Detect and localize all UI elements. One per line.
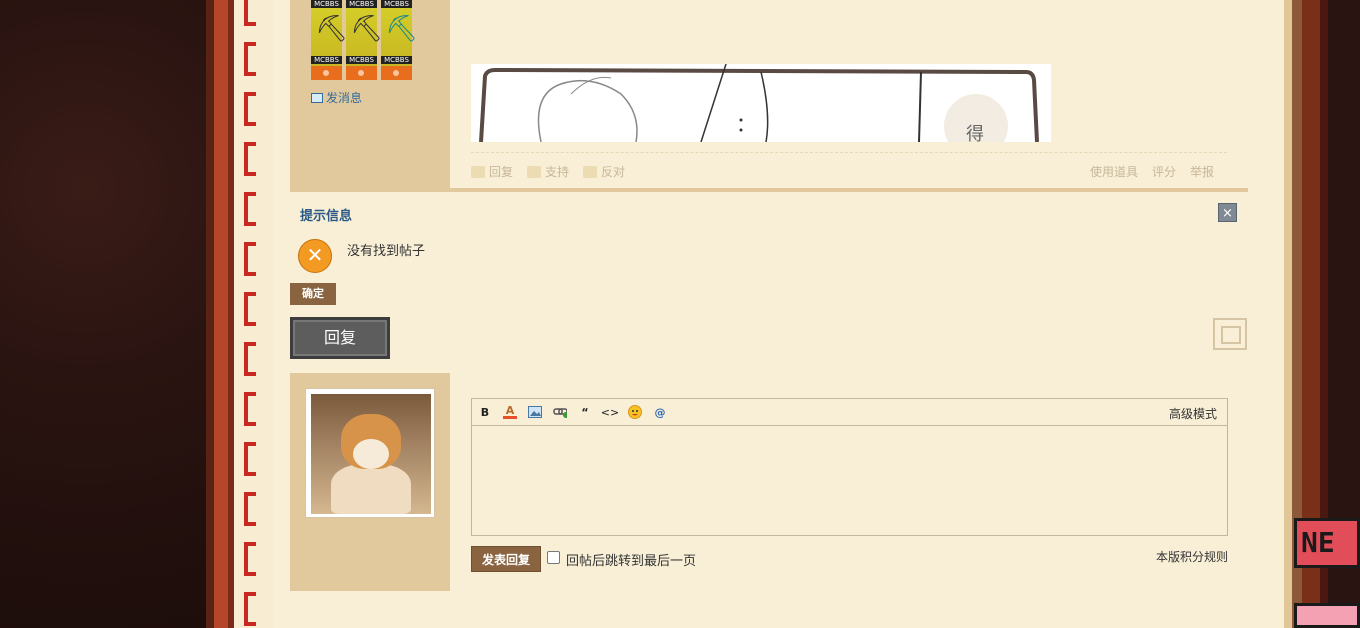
medal-base	[311, 66, 342, 80]
medal-label: MCBBS	[346, 0, 377, 8]
support-action[interactable]: 支持	[527, 163, 569, 180]
dog-face	[353, 439, 389, 469]
avatar[interactable]	[305, 388, 435, 518]
mail-icon	[311, 92, 323, 103]
stitch-mark	[244, 492, 256, 526]
reply-icon	[471, 165, 485, 178]
medal-list: MCBBS ⛏ MCBBS MCBBS ⛏ MCBBS MCBBS ⛏ MCBB…	[311, 0, 418, 80]
medal-label: MCBBS	[311, 0, 342, 8]
medal-label: MCBBS	[381, 56, 412, 64]
medal-label: MCBBS	[311, 56, 342, 64]
manga-sketch-image: 得	[479, 64, 1039, 142]
stitch-mark	[244, 442, 256, 476]
pickaxe-icon: ⛏	[315, 14, 349, 44]
close-button[interactable]: ×	[1218, 203, 1237, 222]
reply-editor: B A “ <> @ 高级模式	[471, 398, 1228, 536]
report-link[interactable]: 举报	[1190, 163, 1214, 180]
mention-button[interactable]: @	[653, 405, 667, 419]
post-divider	[471, 152, 1227, 153]
send-message-link[interactable]: 发消息	[311, 89, 362, 106]
post-image[interactable]: 得	[471, 64, 1051, 142]
bold-button[interactable]: B	[478, 405, 492, 419]
font-color-button[interactable]: A	[503, 404, 517, 419]
quote-button[interactable]: “	[578, 405, 592, 419]
notice-title: 提示信息	[300, 209, 353, 224]
page-background	[0, 0, 212, 628]
stitch-mark	[244, 392, 256, 426]
dog-body	[331, 464, 411, 514]
pink-badge[interactable]	[1294, 603, 1360, 628]
thumb-down-icon	[583, 165, 598, 178]
stitch-mark	[244, 192, 256, 226]
stitch-mark	[244, 592, 256, 626]
stitch-mark	[244, 142, 256, 176]
editor-toolbar: B A “ <> @ 高级模式	[472, 399, 1227, 426]
stitch-mark	[244, 42, 256, 76]
stitch-mark	[244, 542, 256, 576]
use-tool-dropdown[interactable]: 使用道具	[1090, 163, 1138, 180]
emoji-icon[interactable]	[628, 405, 642, 419]
rate-link[interactable]: 评分	[1152, 163, 1176, 180]
right-frame-border	[1284, 0, 1292, 628]
reply-action-label: 回复	[489, 165, 514, 179]
medal-base	[346, 66, 377, 80]
post-action-bar: 回复 支持 反对	[471, 163, 625, 180]
reply-button[interactable]: 回复	[290, 317, 390, 359]
advanced-mode-link[interactable]: 高级模式	[1169, 405, 1217, 422]
reply-textarea[interactable]	[472, 426, 1227, 536]
send-message-label: 发消息	[326, 91, 363, 105]
stitch-mark	[244, 242, 256, 276]
post-separator	[290, 188, 1248, 192]
medal[interactable]: MCBBS ⛏ MCBBS	[311, 0, 348, 80]
jump-last-page-checkbox[interactable]	[547, 551, 560, 564]
code-button[interactable]: <>	[601, 405, 619, 419]
medal-label: MCBBS	[346, 56, 377, 64]
link-icon[interactable]	[553, 405, 567, 419]
new-badge[interactable]: NE	[1294, 518, 1360, 568]
oppose-action-label: 反对	[601, 165, 626, 179]
return-top-icon[interactable]	[1213, 318, 1247, 350]
credit-rules-link[interactable]: 本版积分规则	[1156, 548, 1228, 565]
pickaxe-icon: ⛏	[350, 14, 384, 44]
confirm-button[interactable]: 确定	[290, 283, 336, 305]
jump-last-page-label: 回帖后跳转到最后一页	[566, 554, 697, 569]
stitch-mark	[244, 292, 256, 326]
image-icon[interactable]	[528, 405, 542, 419]
post-action-bar-right: 使用道具 评分 举报	[1090, 163, 1214, 180]
medal[interactable]: MCBBS ⛏ MCBBS	[381, 0, 418, 80]
avatar-image	[311, 394, 431, 514]
left-frame-border	[206, 0, 214, 628]
notice-message: 没有找到帖子	[347, 244, 426, 259]
support-action-label: 支持	[545, 165, 570, 179]
reply-action[interactable]: 回复	[471, 163, 513, 180]
stitch-mark	[244, 342, 256, 376]
stitch-mark	[244, 92, 256, 126]
stitch-mark	[244, 0, 256, 26]
medal-base	[381, 66, 412, 80]
thumb-up-icon	[527, 165, 542, 178]
medal[interactable]: MCBBS ⛏ MCBBS	[346, 0, 383, 80]
error-icon: ✕	[298, 239, 332, 273]
submit-reply-button[interactable]: 发表回复	[471, 546, 541, 572]
medal-label: MCBBS	[381, 0, 412, 8]
oppose-action[interactable]: 反对	[583, 163, 625, 180]
diamond-pickaxe-icon: ⛏	[385, 14, 419, 44]
left-frame-border	[214, 0, 228, 628]
svg-text:得: 得	[966, 124, 984, 142]
